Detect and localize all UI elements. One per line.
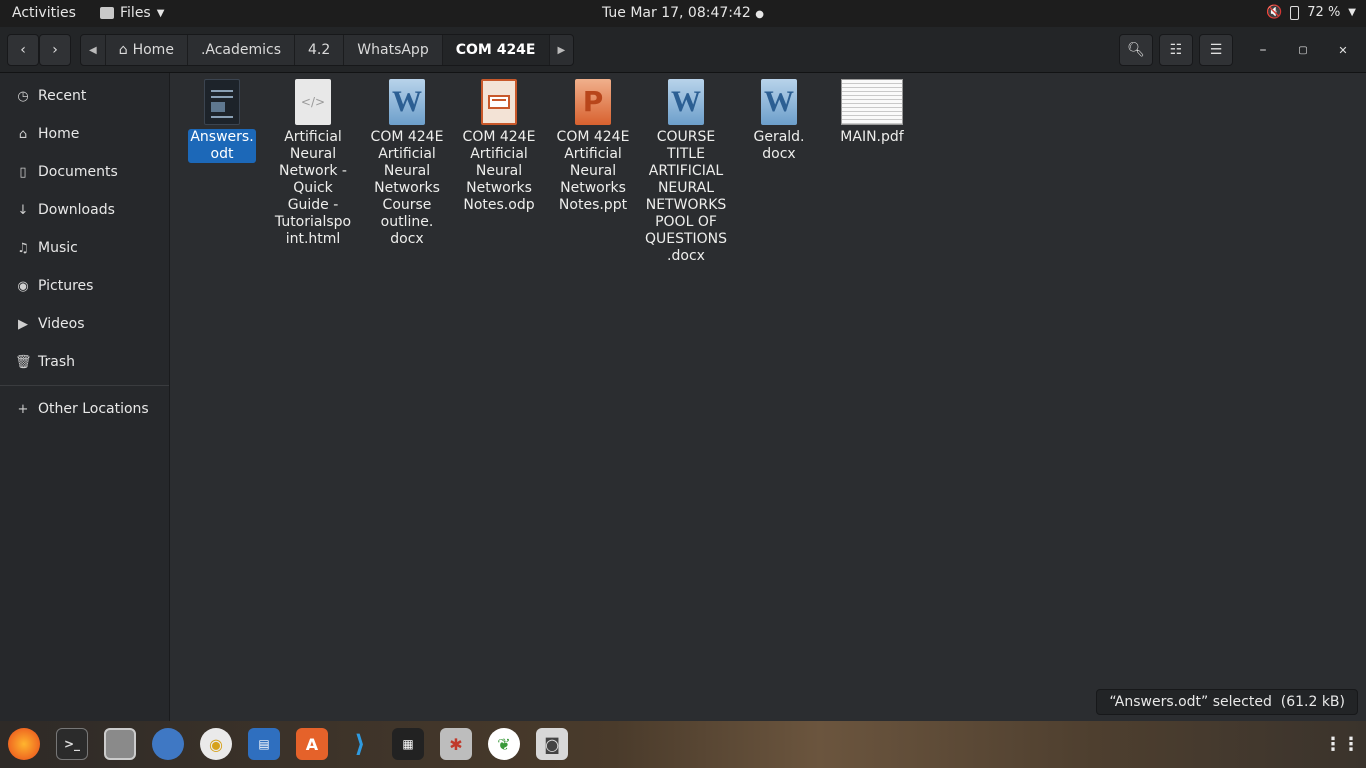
close-icon: ✕ (1338, 43, 1348, 57)
file-item-course-outline-docx[interactable]: W COM 424E Artificial Neural Networks Course… (361, 79, 453, 248)
minimize-icon: – (1259, 42, 1267, 58)
file-name: COM 424E Artificial Neural Networks Notes.od… (462, 129, 536, 213)
html-file-icon: </> (293, 79, 333, 127)
document-icon: ▯ (19, 164, 27, 180)
header-bar: ‹ › ◀ ⌂ Home .Academics 4.2 WhatsApp COM … (0, 27, 1366, 73)
hamburger-icon: ☰ (1209, 42, 1223, 58)
search-icon: 🔍︎ (1127, 42, 1145, 58)
system-tray[interactable]: 🔇 72 % ▼ (1266, 5, 1356, 20)
settings-icon[interactable]: ✱ (440, 728, 472, 760)
home-icon: ⌂ (18, 126, 28, 142)
file-name: COM 424E Artificial Neural Networks Course ou… (370, 129, 444, 247)
sidebar-item-documents[interactable]: ▯ Documents (0, 153, 169, 191)
battery-icon (1290, 5, 1300, 20)
file-item-answers-odt[interactable]: Answers. odt (176, 79, 268, 163)
breadcrumb-right-arrow[interactable]: ▶ (550, 35, 574, 65)
clock-icon: ◷ (17, 88, 29, 104)
presentation-file-icon (479, 79, 519, 127)
file-item-main-pdf[interactable]: MAIN.pdf (826, 79, 918, 146)
close-button[interactable]: ✕ (1327, 34, 1359, 66)
word-file-icon: W (666, 79, 706, 127)
view-toggle-button[interactable]: ☷ (1159, 34, 1193, 66)
file-name: Artificial Neural Network - Quick Guide - Tut… (274, 129, 352, 247)
chevron-left-icon: ‹ (20, 42, 26, 58)
mongodb-icon[interactable]: ❦ (488, 728, 520, 760)
caret-right-icon: ▶ (557, 44, 566, 56)
files-icon[interactable] (104, 728, 136, 760)
list-view-icon: ☷ (1169, 42, 1183, 58)
show-apps-icon[interactable]: ⋮⋮ (1324, 728, 1360, 760)
top-bar: Activities Files ▼ Tue Mar 17, 08:47:42 … (0, 0, 1366, 27)
sidebar-item-downloads[interactable]: ↓ Downloads (0, 191, 169, 229)
breadcrumb-com424e[interactable]: COM 424E (442, 35, 550, 65)
word-file-icon: W (759, 79, 799, 127)
rhythmbox-icon[interactable]: ◉ (200, 728, 232, 760)
sidebar-item-pictures[interactable]: ◉ Pictures (0, 267, 169, 305)
firefox-icon[interactable] (8, 728, 40, 760)
home-icon: ⌂ (118, 42, 128, 58)
file-item-gerald-docx[interactable]: W Gerald. docx (733, 79, 825, 163)
trash-icon: 🗑︎ (15, 354, 32, 370)
file-item-ann-quick-guide-html[interactable]: </> Artificial Neural Network - Quick Guide … (267, 79, 359, 248)
thunderbird-icon[interactable] (152, 728, 184, 760)
menu-button[interactable]: ☰ (1199, 34, 1233, 66)
breadcrumb: ◀ ⌂ Home .Academics 4.2 WhatsApp COM 424E… (80, 34, 575, 66)
download-icon: ↓ (17, 202, 29, 218)
sidebar-item-other-locations[interactable]: + Other Locations (0, 390, 169, 428)
screenshot-icon[interactable]: ◙ (536, 728, 568, 760)
sidebar-item-home[interactable]: ⌂ Home (0, 115, 169, 153)
chevron-down-icon: ▼ (1348, 7, 1356, 18)
pdf-thumbnail (840, 79, 904, 127)
sidebar-item-videos[interactable]: ▶ Videos (0, 305, 169, 343)
maximize-icon: ▢ (1298, 44, 1308, 56)
breadcrumb-whatsapp[interactable]: WhatsApp (344, 35, 443, 65)
odt-file-icon (202, 79, 242, 127)
sidebar: ◷ Recent ⌂ Home ▯ Documents ↓ Downloads ♫ Mus… (0, 73, 170, 721)
camera-icon: ◉ (17, 278, 29, 294)
breadcrumb-home[interactable]: ⌂ Home (106, 35, 188, 65)
software-icon[interactable]: A (296, 728, 328, 760)
notification-dot-icon: ● (755, 9, 764, 20)
powerpoint-file-icon: P (573, 79, 613, 127)
video-editor-icon[interactable]: ▦ (392, 728, 424, 760)
file-item-notes-odp[interactable]: COM 424E Artificial Neural Networks Notes.od… (453, 79, 545, 214)
file-item-notes-ppt[interactable]: P COM 424E Artificial Neural Networks Notes.… (547, 79, 639, 214)
file-name: Answers. odt (188, 129, 256, 163)
caret-left-icon: ◀ (89, 44, 97, 56)
files-window: ‹ › ◀ ⌂ Home .Academics 4.2 WhatsApp COM … (0, 27, 1366, 721)
plus-icon: + (17, 401, 29, 417)
back-button[interactable]: ‹ (7, 34, 39, 66)
file-name: COURSE TITLE ARTIFICIAL NEURAL NETWORKS POOL … (644, 129, 728, 264)
breadcrumb-left-arrow[interactable]: ◀ (81, 35, 106, 65)
sidebar-item-trash[interactable]: 🗑︎ Trash (0, 343, 169, 381)
file-name: MAIN.pdf (840, 129, 904, 145)
chevron-right-icon: › (52, 42, 58, 58)
search-button[interactable]: 🔍︎ (1119, 34, 1153, 66)
sidebar-item-recent[interactable]: ◷ Recent (0, 77, 169, 115)
maximize-button[interactable]: ▢ (1287, 34, 1319, 66)
word-file-icon: W (387, 79, 427, 127)
breadcrumb-4-2[interactable]: 4.2 (295, 35, 345, 65)
file-item-pool-of-questions-docx[interactable]: W COURSE TITLE ARTIFICIAL NEURAL NETWORKS POO… (640, 79, 732, 265)
breadcrumb-academics[interactable]: .Academics (188, 35, 296, 65)
writer-icon[interactable]: ▤ (248, 728, 280, 760)
file-name: Gerald. docx (753, 129, 805, 162)
battery-percent: 72 % (1307, 5, 1341, 20)
minimize-button[interactable]: – (1247, 34, 1279, 66)
terminal-icon[interactable]: >_ (56, 728, 88, 760)
file-grid: Answers. odt </> Artificial Neural Network … (171, 73, 1366, 721)
clock[interactable]: Tue Mar 17, 08:47:42 ● (0, 5, 1366, 21)
music-icon: ♫ (17, 240, 29, 256)
volume-muted-icon: 🔇 (1266, 5, 1283, 20)
forward-button[interactable]: › (39, 34, 71, 66)
selection-status: “Answers.odt” selected (61.2 kB) (1096, 689, 1358, 715)
sidebar-divider (0, 385, 169, 386)
file-name: COM 424E Artificial Neural Networks Notes.pp… (556, 129, 630, 213)
dock: >_ ◉ ▤ A ⟩ ▦ ✱ ❦ ◙ ⋮⋮ (0, 721, 1366, 768)
sidebar-item-music[interactable]: ♫ Music (0, 229, 169, 267)
vscode-icon[interactable]: ⟩ (344, 728, 376, 760)
video-icon: ▶ (18, 316, 28, 332)
